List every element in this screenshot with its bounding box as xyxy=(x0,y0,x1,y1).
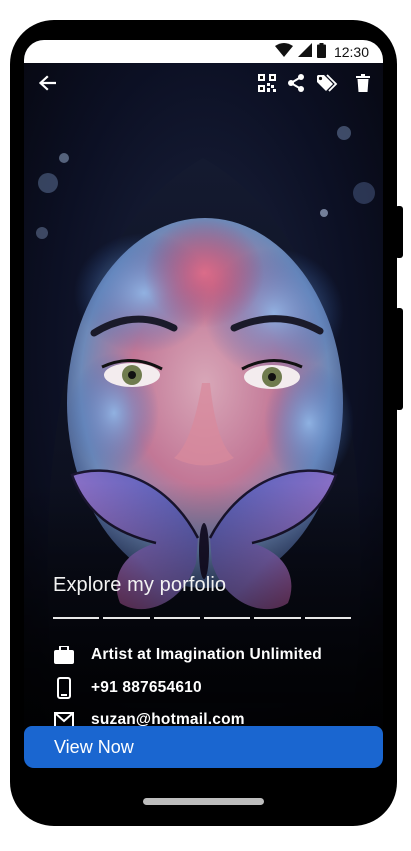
briefcase-icon xyxy=(53,644,75,666)
volume-button xyxy=(395,308,403,410)
power-button xyxy=(395,206,403,258)
view-now-button[interactable]: View Now xyxy=(24,726,383,768)
arrow-left-icon xyxy=(38,74,57,96)
delete-button[interactable] xyxy=(352,73,374,97)
qr-code-icon xyxy=(258,73,276,97)
screen: 12:30 Explore my porfolio Artist at Imag… xyxy=(24,40,383,768)
portfolio-headline: Explore my porfolio xyxy=(53,574,227,596)
cellular-signal-icon xyxy=(297,43,312,60)
qr-code-button[interactable] xyxy=(256,73,278,97)
story-segment xyxy=(203,617,251,619)
status-bar: 12:30 xyxy=(24,40,383,63)
story-segment xyxy=(304,617,351,619)
detail-row-phone[interactable]: +91 887654610 xyxy=(53,676,202,700)
tags-icon xyxy=(316,73,338,97)
phone-text: +91 887654610 xyxy=(91,679,202,696)
home-indicator[interactable] xyxy=(143,798,264,805)
story-segment xyxy=(103,617,150,619)
share-icon xyxy=(287,73,305,97)
wifi-icon xyxy=(274,43,293,60)
phone-icon xyxy=(53,677,75,699)
status-icons: 12:30 xyxy=(274,42,369,61)
story-segment xyxy=(153,617,200,619)
share-button[interactable] xyxy=(285,73,307,97)
detail-row-work: Artist at Imagination Unlimited xyxy=(53,643,322,667)
back-button[interactable] xyxy=(36,74,58,96)
story-segment xyxy=(254,617,301,619)
work-text: Artist at Imagination Unlimited xyxy=(91,646,322,663)
trash-icon xyxy=(356,73,370,97)
battery-icon xyxy=(316,42,326,61)
status-time: 12:30 xyxy=(333,43,369,60)
tags-button[interactable] xyxy=(316,73,338,97)
story-progress xyxy=(53,617,351,619)
story-segment xyxy=(53,617,100,619)
top-toolbar xyxy=(24,70,383,100)
